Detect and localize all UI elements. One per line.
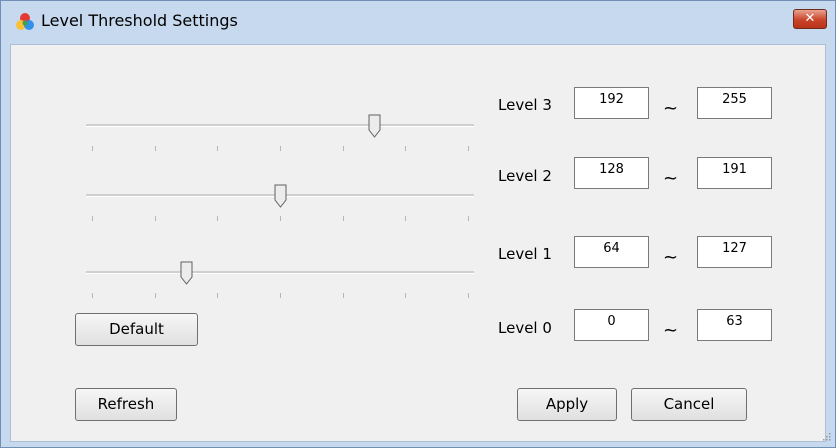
slider-tick xyxy=(154,293,156,298)
level-0-label: Level 0 xyxy=(498,319,552,337)
slider-tick xyxy=(468,293,469,298)
slider-tick xyxy=(405,146,407,151)
slider-tick xyxy=(468,146,469,151)
slider-tick xyxy=(92,216,93,221)
slider-track[interactable] xyxy=(86,124,474,127)
slider-tick xyxy=(92,146,93,151)
slider-tick xyxy=(280,216,281,221)
level-0-min-input[interactable]: 0 xyxy=(574,309,649,341)
range-separator: ~ xyxy=(663,247,679,268)
level-1-label: Level 1 xyxy=(498,245,552,263)
slider-tick xyxy=(405,216,407,221)
level-3-label: Level 3 xyxy=(498,96,552,114)
dialog-window: Level Threshold Settings ✕ Level 3 192 ~… xyxy=(0,0,836,448)
apply-button[interactable]: Apply xyxy=(517,388,617,421)
close-icon: ✕ xyxy=(804,11,816,26)
title-bar[interactable]: Level Threshold Settings ✕ xyxy=(1,1,835,41)
level-2-min-input[interactable]: 128 xyxy=(574,157,649,189)
level-1-slider[interactable] xyxy=(86,261,474,301)
range-separator: ~ xyxy=(663,168,679,189)
level-1-min-input[interactable]: 64 xyxy=(574,236,649,268)
slider-tick xyxy=(280,293,281,298)
level-3-min-input[interactable]: 192 xyxy=(574,87,649,119)
rgb-circles-icon xyxy=(16,13,34,30)
range-separator: ~ xyxy=(663,98,679,119)
slider-tick xyxy=(342,293,344,298)
slider-tick xyxy=(280,146,281,151)
slider-tick xyxy=(217,146,219,151)
level-2-label: Level 2 xyxy=(498,167,552,185)
slider-tick xyxy=(217,293,219,298)
level-1-max-input[interactable]: 127 xyxy=(697,236,772,268)
slider-tick xyxy=(217,216,219,221)
level-3-max-input[interactable]: 255 xyxy=(697,87,772,119)
level-3-slider[interactable] xyxy=(86,114,474,154)
level-2-slider[interactable] xyxy=(86,184,474,224)
slider-thumb-icon[interactable] xyxy=(274,184,287,208)
resize-grip-icon[interactable] xyxy=(821,431,831,441)
slider-tick xyxy=(405,293,407,298)
slider-tick xyxy=(154,216,156,221)
slider-thumb-icon[interactable] xyxy=(368,114,381,138)
refresh-button[interactable]: Refresh xyxy=(75,388,177,421)
slider-track[interactable] xyxy=(86,271,474,274)
window-title: Level Threshold Settings xyxy=(41,11,238,30)
cancel-button[interactable]: Cancel xyxy=(631,388,747,421)
default-button[interactable]: Default xyxy=(75,313,198,346)
close-button[interactable]: ✕ xyxy=(793,9,827,29)
slider-tick xyxy=(154,146,156,151)
slider-tick xyxy=(342,216,344,221)
level-2-max-input[interactable]: 191 xyxy=(697,157,772,189)
slider-tick xyxy=(92,293,93,298)
range-separator: ~ xyxy=(663,320,679,341)
slider-tick xyxy=(468,216,469,221)
slider-tick xyxy=(342,146,344,151)
slider-thumb-icon[interactable] xyxy=(180,261,193,285)
level-0-max-input[interactable]: 63 xyxy=(697,309,772,341)
